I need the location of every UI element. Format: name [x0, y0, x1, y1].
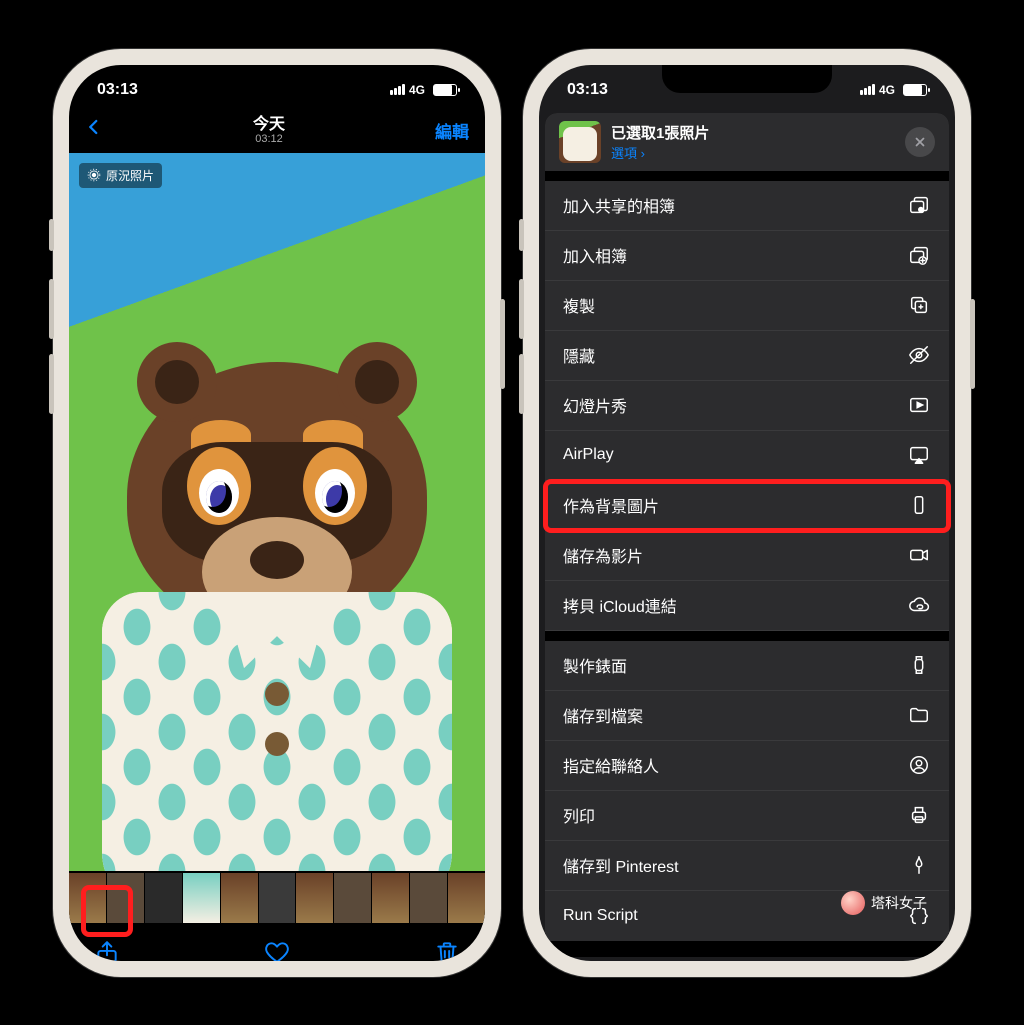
- phone-rect-icon: [907, 493, 931, 517]
- nav-title: 今天: [253, 116, 285, 133]
- status-time: 03:13: [97, 81, 138, 99]
- play-rect-icon: [907, 393, 931, 417]
- nav-bar: 今天 03:12 編輯: [69, 109, 485, 153]
- action-label: AirPlay: [563, 446, 614, 464]
- pin-icon: [907, 853, 931, 877]
- sheet-options-link[interactable]: 選項 ›: [611, 143, 709, 162]
- action-label: 拷貝 iCloud連結: [563, 593, 677, 617]
- watermark: 塔科女子: [841, 891, 927, 915]
- action-label: 指定給聯絡人: [563, 753, 659, 777]
- action-hide[interactable]: 隱藏: [545, 331, 949, 381]
- watch-icon: [907, 653, 931, 677]
- favorite-button[interactable]: [263, 938, 291, 961]
- action-slideshow[interactable]: 幻燈片秀: [545, 381, 949, 431]
- action-label: 加入相簿: [563, 243, 627, 267]
- share-sheet-header: 已選取1張照片 選項 ›: [545, 113, 949, 171]
- battery-icon: [433, 84, 457, 96]
- phone-left: 03:13 4G 今天 03:12 編輯 原況照片: [53, 49, 501, 977]
- action-label: 儲存到檔案: [563, 703, 643, 727]
- action-watch-face[interactable]: 製作錶面: [545, 641, 949, 691]
- action-label: Run Script: [563, 907, 638, 925]
- signal-icon: [390, 84, 405, 95]
- photo-viewer[interactable]: 原況照片: [69, 153, 485, 871]
- action-copy[interactable]: 複製: [545, 281, 949, 331]
- action-add-shared-album[interactable]: 加入共享的相簿: [545, 181, 949, 231]
- action-label: 製作錶面: [563, 653, 627, 677]
- close-button[interactable]: [905, 127, 935, 157]
- contact-icon: [907, 753, 931, 777]
- action-save-pinterest[interactable]: 儲存到 Pinterest: [545, 841, 949, 891]
- back-button[interactable]: [85, 114, 103, 147]
- screen-left: 03:13 4G 今天 03:12 編輯 原況照片: [69, 65, 485, 961]
- action-label: 儲存為影片: [563, 543, 643, 567]
- action-label: 加入共享的相簿: [563, 193, 675, 217]
- shared-album-icon: [907, 193, 931, 217]
- action-label: 幻燈片秀: [563, 393, 627, 417]
- share-button[interactable]: [93, 938, 121, 961]
- action-airplay[interactable]: AirPlay: [545, 431, 949, 481]
- share-action-list: 加入共享的相簿加入相簿複製隱藏幻燈片秀 AirPlay 作為背景圖片儲存為影片拷貝 …: [545, 181, 949, 941]
- copy-icon: [907, 293, 931, 317]
- action-wallpaper[interactable]: 作為背景圖片: [545, 481, 949, 531]
- action-label: 隱藏: [563, 343, 595, 367]
- airplay-icon: [907, 443, 931, 467]
- edit-button[interactable]: 編輯: [435, 118, 469, 143]
- phone-right: 03:13 4G 已選取1張照片 選項 › 加入共享的相簿加入相簿複製隱藏幻燈片…: [523, 49, 971, 977]
- action-label: 儲存到 Pinterest: [563, 853, 679, 877]
- action-save-file[interactable]: 儲存到檔案: [545, 691, 949, 741]
- nav-subtitle: 03:12: [253, 133, 285, 145]
- status-time: 03:13: [567, 81, 608, 99]
- watermark-text: 塔科女子: [871, 893, 927, 913]
- action-print[interactable]: 列印: [545, 791, 949, 841]
- battery-icon: [903, 84, 927, 96]
- delete-button[interactable]: [433, 938, 461, 961]
- sheet-thumbnail: [559, 121, 601, 163]
- folder-icon: [907, 703, 931, 727]
- signal-icon: [860, 84, 875, 95]
- thumbnail-strip[interactable]: [69, 871, 485, 925]
- action-label: 複製: [563, 293, 595, 317]
- bottom-toolbar: [69, 925, 485, 961]
- action-save-video[interactable]: 儲存為影片: [545, 531, 949, 581]
- action-assign-contact[interactable]: 指定給聯絡人: [545, 741, 949, 791]
- network-label: 4G: [879, 83, 895, 97]
- album-plus-icon: [907, 243, 931, 267]
- printer-icon: [907, 803, 931, 827]
- cloud-link-icon: [907, 593, 931, 617]
- live-photo-label: 原況照片: [106, 167, 154, 184]
- action-icloud-link[interactable]: 拷貝 iCloud連結: [545, 581, 949, 631]
- video-icon: [907, 543, 931, 567]
- screen-right: 03:13 4G 已選取1張照片 選項 › 加入共享的相簿加入相簿複製隱藏幻燈片…: [539, 65, 955, 961]
- action-label: 作為背景圖片: [563, 493, 659, 517]
- action-label: 列印: [563, 803, 595, 827]
- photo-content: [127, 362, 427, 632]
- action-add-album[interactable]: 加入相簿: [545, 231, 949, 281]
- eye-off-icon: [907, 343, 931, 367]
- network-label: 4G: [409, 83, 425, 97]
- sheet-title: 已選取1張照片: [611, 122, 709, 143]
- live-photo-badge: 原況照片: [79, 163, 162, 188]
- watermark-icon: [841, 891, 865, 915]
